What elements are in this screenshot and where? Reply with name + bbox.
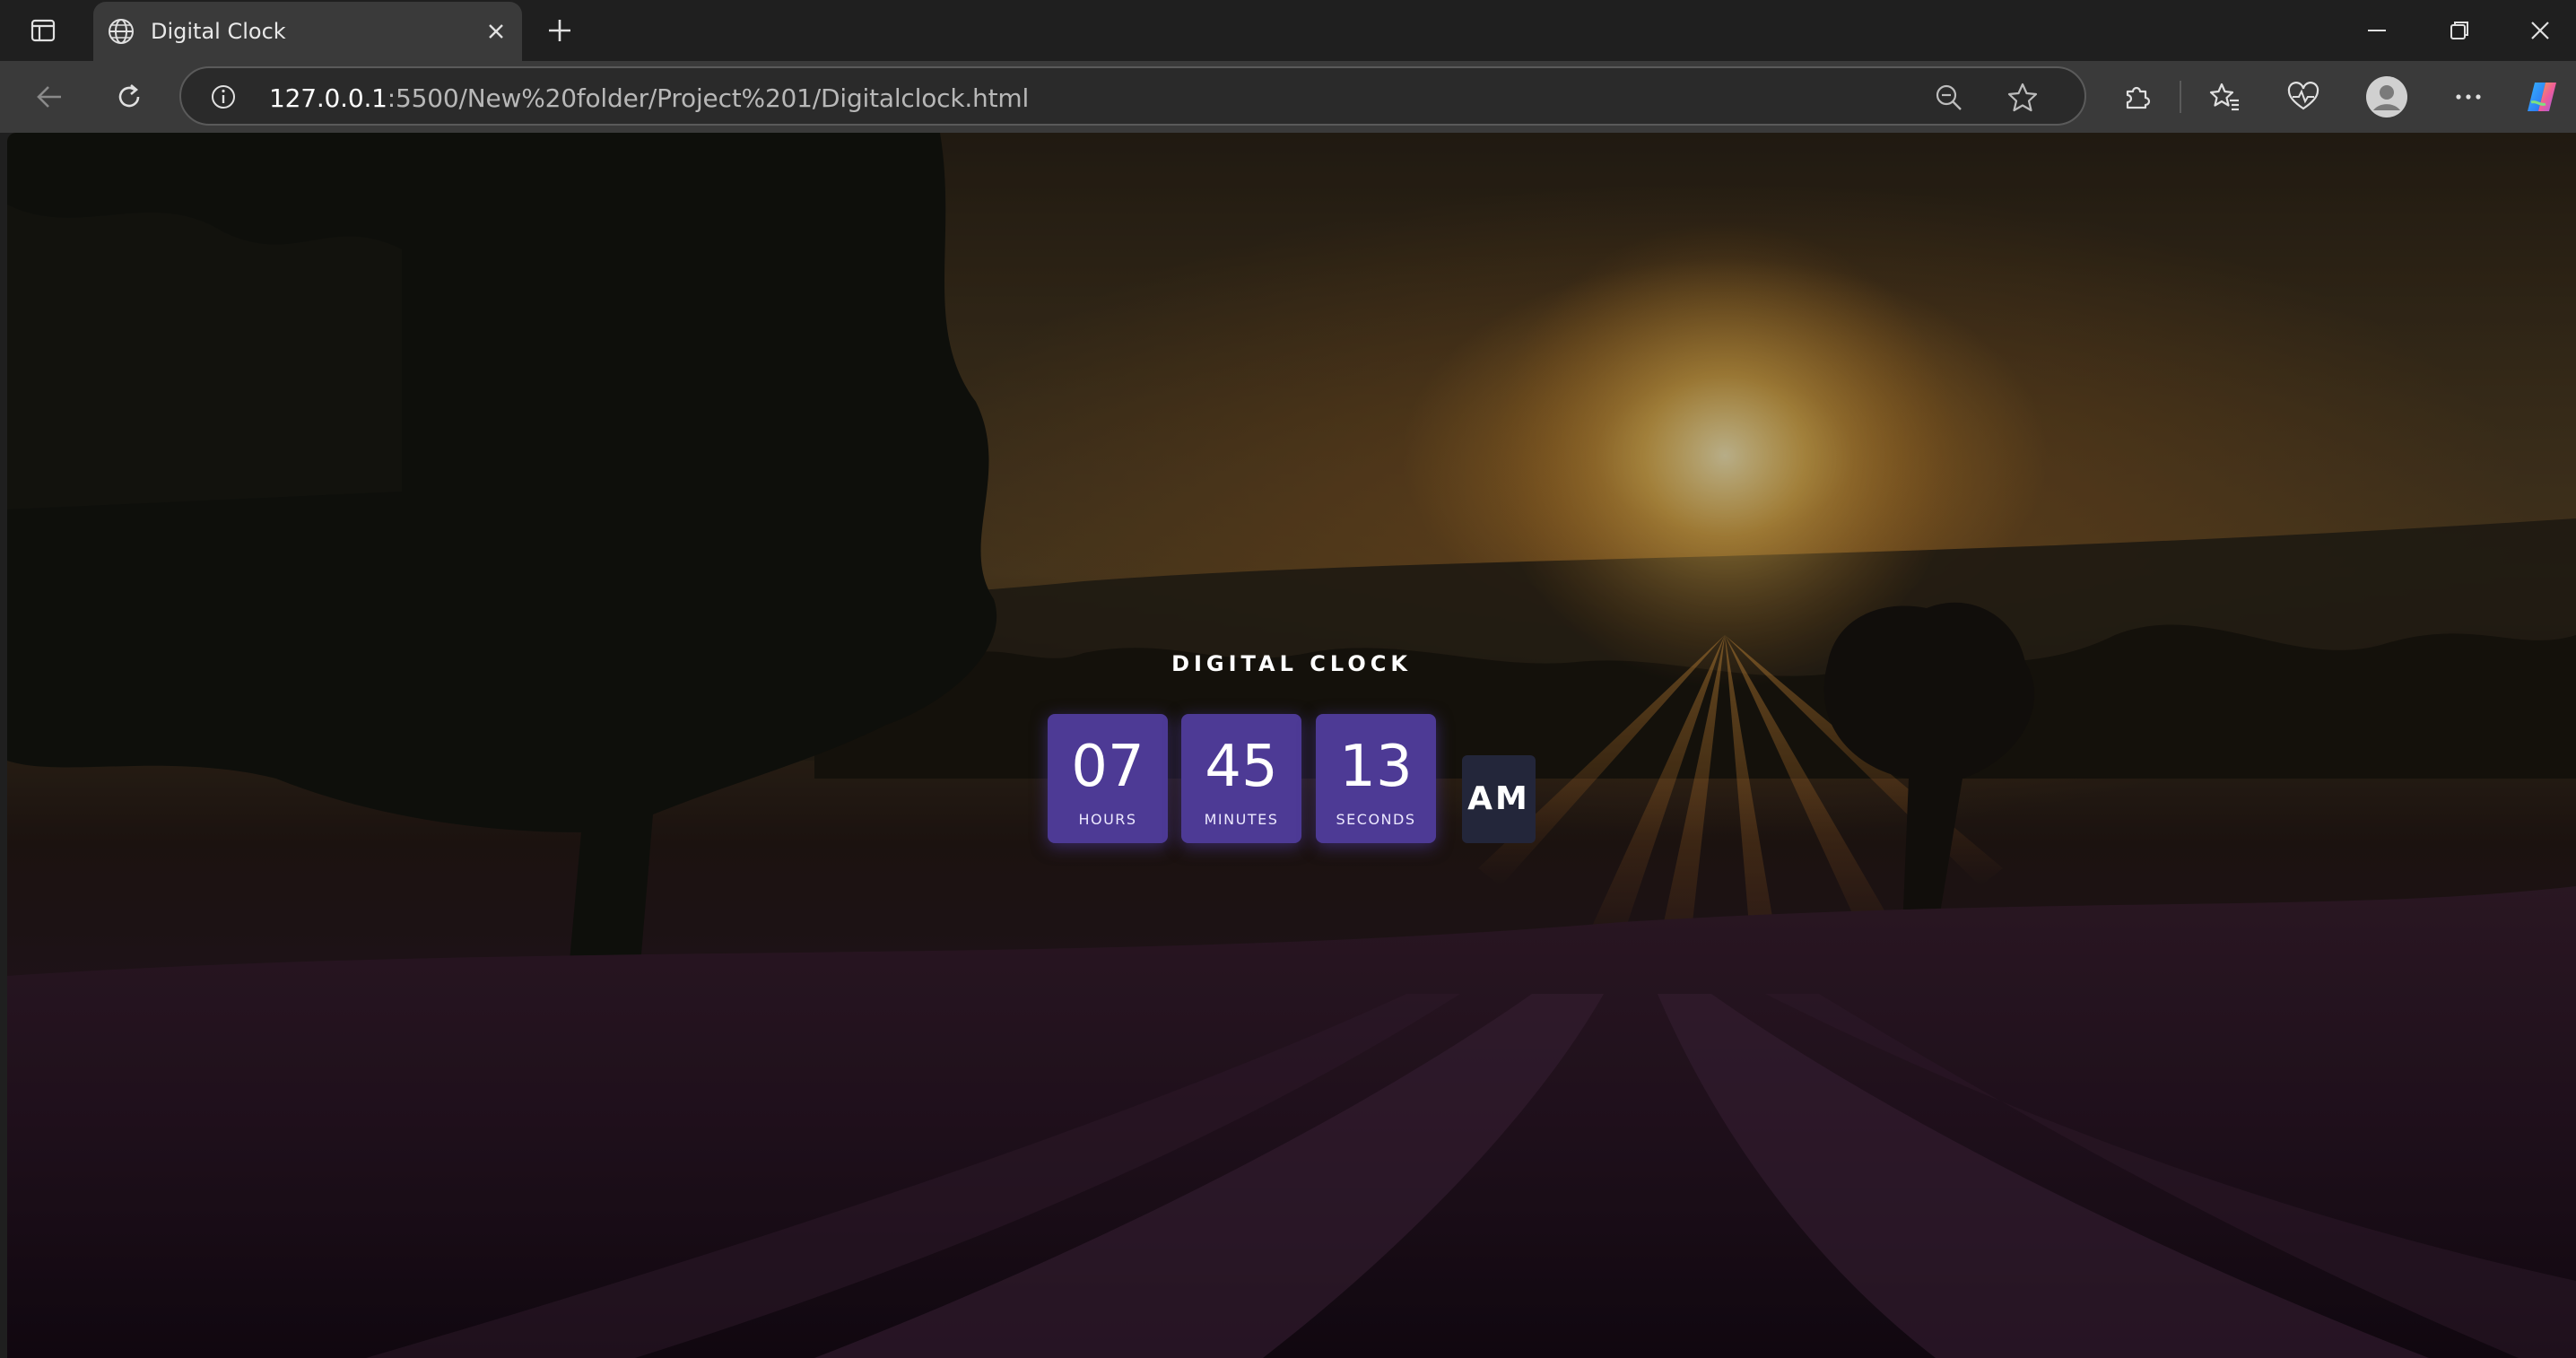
- zoom-out-icon[interactable]: [1932, 81, 1966, 115]
- extensions-button[interactable]: [2117, 77, 2156, 117]
- close-window-icon[interactable]: [2522, 13, 2558, 48]
- hours-box: 07 HOURS: [1048, 714, 1168, 843]
- browser-window: Digital Clock 127.0.0.1:5500/New%20folde…: [0, 0, 2576, 1358]
- heart-pulse-icon: [2287, 82, 2319, 110]
- copilot-button[interactable]: [2522, 77, 2562, 117]
- favorites-icon: [2209, 83, 2239, 111]
- url-host: 127.0.0.1: [269, 83, 387, 113]
- back-button[interactable]: [30, 77, 70, 117]
- avatar-icon: [2366, 76, 2407, 118]
- minimize-icon[interactable]: [2359, 13, 2395, 48]
- toolbar-divider: [2180, 81, 2181, 113]
- minutes-value: 45: [1205, 734, 1278, 800]
- more-button[interactable]: [2449, 77, 2488, 117]
- page-viewport: DIGITAL CLOCK 07 HOURS 45 MINUTES 13 SEC…: [7, 133, 2576, 1358]
- plus-icon[interactable]: [542, 13, 578, 48]
- refresh-button[interactable]: [109, 77, 149, 117]
- back-arrow-icon: [37, 86, 61, 108]
- seconds-label: SECONDS: [1336, 811, 1416, 828]
- browser-essentials-button[interactable]: [2284, 77, 2323, 117]
- toolbar: 127.0.0.1:5500/New%20folder/Project%201/…: [0, 61, 2576, 133]
- tab-strip: Digital Clock: [0, 0, 2576, 61]
- address-bar[interactable]: 127.0.0.1:5500/New%20folder/Project%201/…: [179, 66, 2086, 126]
- puzzle-icon: [2126, 86, 2151, 109]
- hours-label: HOURS: [1078, 811, 1137, 828]
- refresh-icon: [118, 84, 140, 108]
- globe-icon: [109, 19, 134, 44]
- restore-icon[interactable]: [2441, 13, 2477, 48]
- star-icon[interactable]: [2006, 81, 2040, 115]
- url-path: :5500/New%20folder/Project%201/Digitalcl…: [387, 83, 1030, 113]
- url-text[interactable]: 127.0.0.1:5500/New%20folder/Project%201/…: [269, 83, 1029, 113]
- am-pm-indicator: AM: [1462, 755, 1536, 843]
- info-icon[interactable]: [208, 82, 239, 112]
- tab-digital-clock[interactable]: Digital Clock: [93, 2, 522, 61]
- tab-actions-icon[interactable]: [16, 11, 70, 50]
- seconds-value: 13: [1339, 734, 1413, 800]
- more-icon: [2456, 94, 2481, 100]
- hours-value: 07: [1071, 734, 1144, 800]
- clock-title: DIGITAL CLOCK: [1171, 651, 1412, 676]
- tab-title: Digital Clock: [151, 19, 286, 44]
- minutes-label: MINUTES: [1204, 811, 1279, 828]
- profile-button[interactable]: [2364, 74, 2409, 119]
- minutes-box: 45 MINUTES: [1181, 714, 1301, 843]
- close-icon[interactable]: [483, 18, 509, 45]
- copilot-icon: [2528, 83, 2556, 111]
- seconds-box: 13 SECONDS: [1316, 714, 1436, 843]
- favorites-button[interactable]: [2205, 77, 2244, 117]
